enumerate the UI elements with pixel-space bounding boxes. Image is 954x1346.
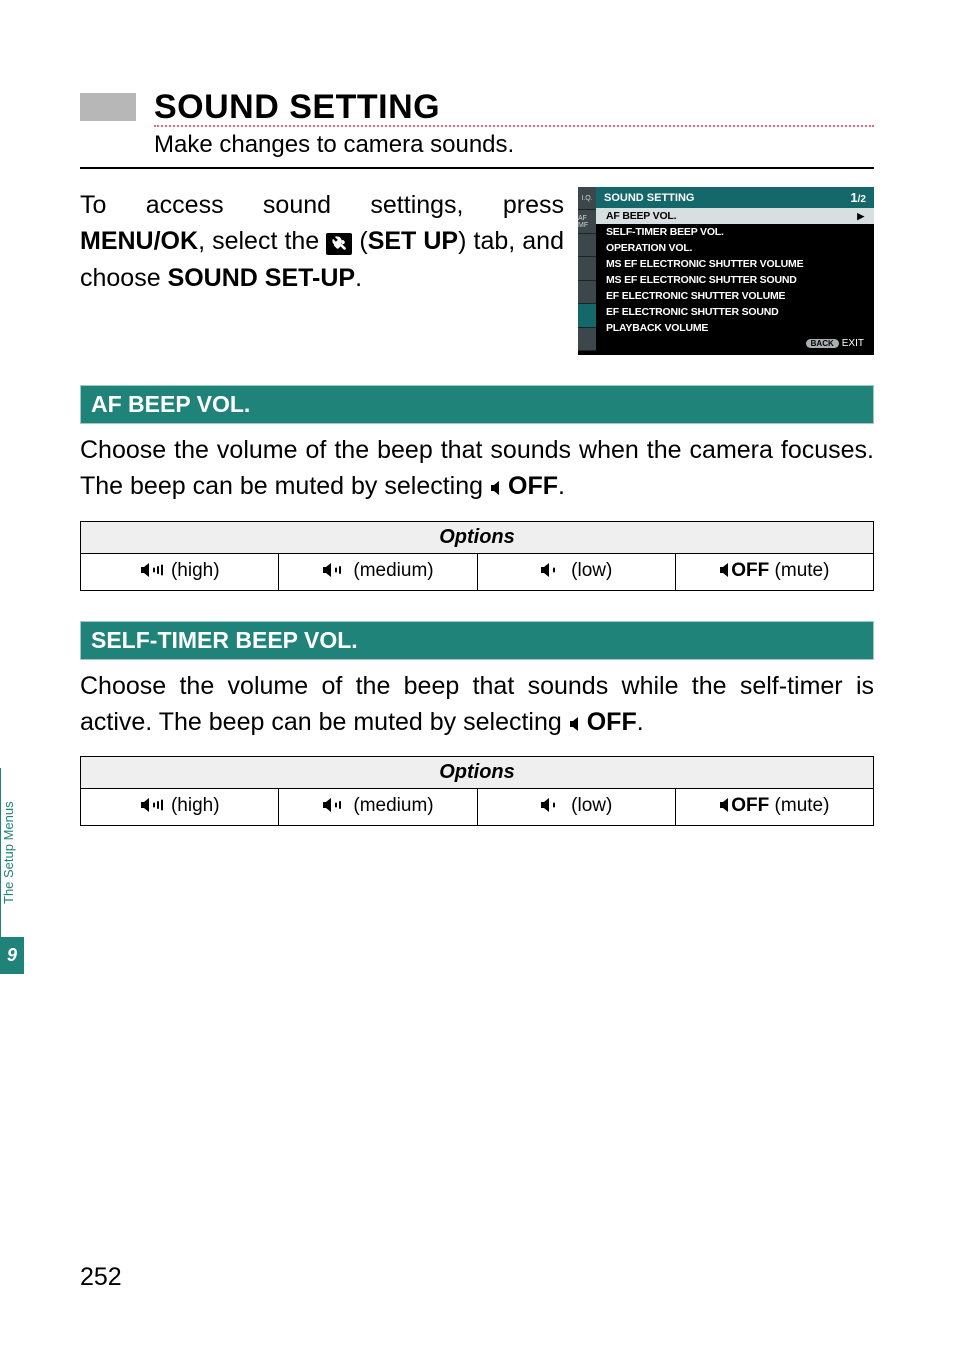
- camera-menu-row: EF ELECTRONIC SHUTTER VOLUME: [596, 288, 874, 304]
- volume-mute-icon: [569, 706, 587, 742]
- camera-menu-row: EF ELECTRONIC SHUTTER SOUND: [596, 304, 874, 320]
- camera-menu-row-selected: AF BEEP VOL.▶: [596, 208, 874, 224]
- heading-rule: [80, 167, 874, 169]
- camera-tab: [578, 234, 596, 257]
- section-desc: Choose the volume of the beep that sound…: [80, 432, 874, 507]
- volume-icon: [540, 797, 566, 819]
- page-subheading: Make changes to camera sounds.: [154, 131, 874, 159]
- camera-tab-active: [578, 304, 596, 327]
- camera-menu-row: SELF-TIMER BEEP VOL.: [596, 224, 874, 240]
- camera-menu-tab-strip: I.Q. AF MF: [578, 187, 596, 351]
- volume-icon: [322, 562, 348, 584]
- chapter-label: The Setup Menus: [0, 768, 24, 937]
- volume-icon: [719, 562, 731, 584]
- intro-paragraph: To access sound settings, press MENU/OK,…: [80, 187, 564, 296]
- camera-menu-row: MS EF ELECTRONIC SHUTTER SOUND: [596, 272, 874, 288]
- option-cell: (low): [478, 554, 676, 590]
- camera-menu-row: PLAYBACK VOLUME: [596, 320, 874, 336]
- camera-menu-row: MS EF ELECTRONIC SHUTTER VOLUME: [596, 256, 874, 272]
- option-cell: (medium): [279, 789, 477, 825]
- option-cell: OFF (mute): [676, 554, 873, 590]
- options-header: Options: [81, 522, 873, 554]
- wrench-icon: [326, 233, 352, 255]
- options-table: Options (high) (medium) (low)OFF (mute): [80, 521, 874, 591]
- chapter-number: 9: [0, 937, 24, 974]
- camera-tab: [578, 328, 596, 351]
- heading-block-icon: [80, 93, 136, 121]
- camera-tab: AF MF: [578, 210, 596, 233]
- section-title-self-timer: SELF-TIMER BEEP VOL.: [80, 621, 874, 660]
- camera-menu-screenshot: I.Q. AF MF SOUND SETTING 1/2 AF BEEP VOL…: [578, 187, 874, 355]
- camera-tab: I.Q.: [578, 187, 596, 210]
- chevron-right-icon: ▶: [857, 211, 864, 222]
- page-number: 252: [80, 1263, 122, 1292]
- option-cell: OFF (mute): [676, 789, 873, 825]
- chapter-side-tab: The Setup Menus 9: [0, 768, 24, 974]
- options-table: Options (high) (medium) (low)OFF (mute): [80, 756, 874, 826]
- volume-mute-icon: [490, 470, 508, 506]
- camera-menu-footer: BACKEXIT: [596, 336, 874, 351]
- option-cell: (high): [81, 789, 279, 825]
- option-cell: (low): [478, 789, 676, 825]
- camera-tab: [578, 257, 596, 280]
- volume-icon: [540, 562, 566, 584]
- camera-menu-row: OPERATION VOL.: [596, 240, 874, 256]
- camera-menu-title: SOUND SETTING 1/2: [596, 187, 874, 208]
- volume-icon: [140, 797, 166, 819]
- option-cell: (medium): [279, 554, 477, 590]
- volume-icon: [719, 797, 731, 819]
- section-desc: Choose the volume of the beep that sound…: [80, 668, 874, 743]
- options-header: Options: [81, 757, 873, 789]
- volume-icon: [322, 797, 348, 819]
- volume-icon: [140, 562, 166, 584]
- page-heading: SOUND SETTING: [154, 88, 440, 127]
- camera-tab: [578, 281, 596, 304]
- option-cell: (high): [81, 554, 279, 590]
- section-title-af-beep: AF BEEP VOL.: [80, 385, 874, 424]
